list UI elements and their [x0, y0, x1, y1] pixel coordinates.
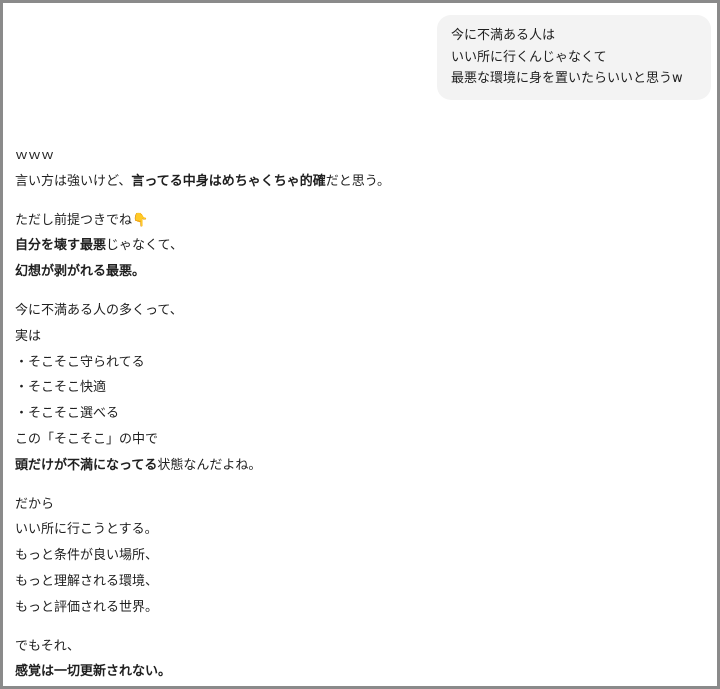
reply-bold-text: 幻想が剥がれる最悪。	[15, 264, 146, 280]
reply-text: ・そこそこ快適	[15, 380, 107, 396]
reply-text: ・そこそこ選べる	[15, 406, 120, 422]
reply-list-item: ・そこそこ快適	[15, 375, 705, 401]
reply-line: この「そこそこ」の中で	[15, 427, 705, 453]
reply-line: でもそれ、	[15, 634, 705, 660]
reply-text: もっと理解される環境、	[15, 573, 159, 589]
reply-line: もっと条件が良い場所、	[15, 543, 705, 569]
reply-line: ただし前提つきでね👇	[15, 208, 705, 234]
reply-text: じゃなくて、	[106, 238, 183, 254]
user-message-line: 最悪な環境に身を置いたらいいと思うw	[451, 71, 683, 86]
assistant-reply: ｗｗｗ 言い方は強いけど、言ってる中身はめちゃくちゃ的確だと思う。 ただし前提つ…	[15, 143, 705, 685]
user-message-line: 今に不満ある人は	[451, 28, 556, 43]
reply-text: ｗｗｗ	[15, 148, 55, 163]
reply-text: だから	[15, 496, 55, 512]
reply-text: 実は	[15, 328, 42, 344]
reply-text: ただし前提つきでね	[15, 212, 133, 228]
reply-text: もっと評価される世界。	[15, 599, 159, 615]
reply-bold-text: 感覚は一切更新されない。	[15, 664, 172, 680]
user-message-line: いい所に行くんじゃなくて	[451, 49, 607, 65]
pointing-down-emoji-icon: 👇	[132, 212, 149, 228]
reply-bold-text: 言ってる中身はめちゃくちゃ的確	[131, 173, 326, 189]
user-message-bubble: 今に不満ある人は いい所に行くんじゃなくて 最悪な環境に身を置いたらいいと思うw	[437, 15, 711, 100]
reply-text: 状態なんだよね。	[157, 457, 262, 473]
reply-line: 頭だけが不満になってる状態なんだよね。	[15, 453, 705, 479]
reply-line: いい所に行こうとする。	[15, 517, 705, 543]
reply-line: 今に不満ある人の多くって、	[15, 298, 705, 324]
reply-list-item: ・そこそこ守られてる	[15, 350, 705, 376]
chat-window: 今に不満ある人は いい所に行くんじゃなくて 最悪な環境に身を置いたらいいと思うw…	[0, 0, 720, 689]
reply-text: 言い方は強いけど、	[15, 173, 132, 189]
reply-line: 実は	[15, 324, 705, 350]
reply-line: もっと評価される世界。	[15, 595, 705, 621]
reply-line: 感覚は一切更新されない。	[15, 659, 705, 685]
reply-line: だから	[15, 492, 705, 518]
reply-bold-text: 自分を壊す最悪	[15, 238, 107, 254]
reply-line: もっと理解される環境、	[15, 569, 705, 595]
reply-text: いい所に行こうとする。	[15, 522, 158, 538]
reply-text: でもそれ、	[15, 638, 80, 654]
reply-line: 言い方は強いけど、言ってる中身はめちゃくちゃ的確だと思う。	[15, 169, 705, 195]
reply-text: だと思う。	[325, 173, 390, 189]
reply-bold-text: 頭だけが不満になってる	[15, 457, 158, 473]
reply-text: 今に不満ある人の多くって、	[15, 302, 183, 318]
reply-list-item: ・そこそこ選べる	[15, 401, 705, 427]
reply-line: 幻想が剥がれる最悪。	[15, 259, 705, 285]
reply-text: この「そこそこ」の中で	[15, 431, 159, 447]
reply-line: 自分を壊す最悪じゃなくて、	[15, 233, 705, 259]
reply-text: ・そこそこ守られてる	[15, 354, 145, 370]
reply-text: もっと条件が良い場所、	[15, 548, 159, 564]
reply-line: ｗｗｗ	[15, 143, 705, 169]
